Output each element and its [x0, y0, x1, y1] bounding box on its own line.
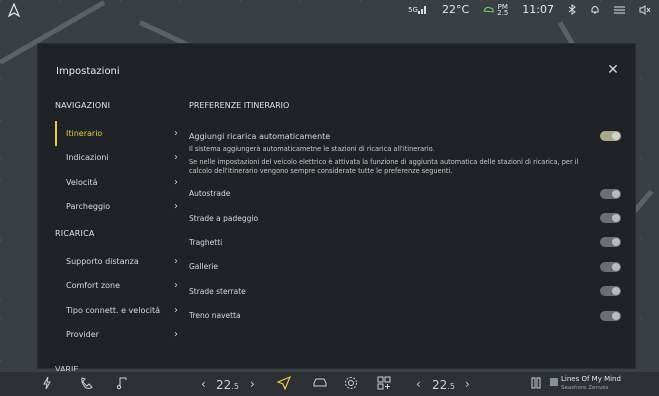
signal-icon: 5G [408, 5, 428, 14]
itinerary-preferences: PREFERENZE ITINERARIO Aggiungi ricarica … [189, 101, 621, 328]
navigation-arrow-icon[interactable] [276, 375, 292, 393]
sidebar-item-label: Itinerario [66, 128, 103, 138]
phone-icon[interactable] [80, 376, 93, 393]
temp-left-dec: .5 [231, 382, 239, 391]
temp-left-int: 22 [216, 378, 232, 392]
clock: 11:07 [522, 3, 554, 16]
auto-charge-toggle[interactable] [600, 131, 621, 141]
car-icon[interactable] [312, 376, 328, 393]
temp-right-value: 22.5 [432, 378, 455, 392]
toggle-knob [612, 238, 620, 247]
sidebar-item-provider[interactable]: Provider › [55, 323, 180, 348]
sidebar-item-label: Parcheggio [66, 202, 111, 212]
notification-icon[interactable] [590, 4, 600, 15]
option-toggle[interactable] [600, 188, 621, 199]
status-bar: 5G 22°C PM 2.5 11:07 [0, 0, 659, 22]
option-toggle[interactable] [600, 237, 621, 248]
settings-sliders-icon[interactable] [614, 5, 625, 15]
chevron-right-icon: › [174, 280, 178, 292]
section-header-varie: VARIE [55, 365, 79, 371]
sidebar-item-indicazioni[interactable]: Indicazioni › [55, 146, 180, 171]
option-row-autostrade[interactable]: Autostrade [189, 182, 621, 206]
navigation-icon[interactable] [7, 2, 21, 21]
app-lightning-icon[interactable] [42, 376, 52, 393]
chevron-right-icon: › [174, 127, 178, 139]
option-row-treno-navetta[interactable]: Treno navetta [189, 303, 621, 327]
option-label: Traghetti [189, 237, 223, 247]
chevron-right-icon: › [174, 304, 178, 316]
temp-right-dec: .5 [447, 382, 455, 391]
temp-right-increase[interactable]: › [465, 377, 470, 391]
bottom-dock: ‹ 22.5 › ‹ 22.5 › Lines Of My Mind Seash… [0, 372, 659, 396]
option-label: Autostrade [189, 189, 231, 199]
media-album-art[interactable] [550, 375, 558, 389]
sidebar-item-parcheggio[interactable]: Parcheggio › [55, 195, 180, 220]
settings-sidebar: NAVIGAZIONI Itinerario › Indicazioni › V… [55, 101, 180, 347]
option-row-gallerie[interactable]: Gallerie [189, 255, 621, 279]
chevron-right-icon: › [174, 201, 178, 213]
section-header-recharge: RICARICA [55, 229, 95, 238]
chevron-right-icon: › [174, 329, 178, 341]
close-button[interactable]: ✕ [605, 62, 621, 78]
toggle-knob [612, 287, 620, 296]
settings-panel: Impostazioni ✕ NAVIGAZIONI Itinerario › … [37, 43, 636, 369]
settings-gear-icon[interactable] [344, 376, 358, 393]
content-header: PREFERENZE ITINERARIO [189, 101, 290, 110]
apps-grid-icon[interactable] [377, 376, 391, 393]
toggle-knob [612, 132, 620, 140]
auto-charge-label: Aggiungi ricarica automaticamente [189, 131, 331, 141]
chevron-right-icon: › [174, 152, 178, 164]
auto-charge-row[interactable]: Aggiungi ricarica automaticamente [189, 131, 621, 141]
option-label: Strade a padeggio [189, 213, 259, 223]
option-label: Treno navetta [189, 311, 241, 321]
toggle-knob [612, 262, 620, 271]
section-header-navigation: NAVIGAZIONI [55, 101, 111, 110]
option-toggle[interactable] [600, 213, 621, 224]
panel-title: Impostazioni [56, 66, 120, 77]
media-now-playing[interactable]: Lines Of My Mind Seashore Zenves [561, 375, 621, 393]
toggle-knob [612, 214, 620, 223]
sidebar-item-label: Indicazioni [66, 153, 109, 163]
pm-value: 2.5 [497, 8, 509, 17]
option-label: Strade sterrate [189, 286, 246, 296]
option-toggle[interactable] [600, 286, 621, 297]
media-title: Lines Of My Mind [561, 375, 621, 383]
sidebar-item-label: Comfort zone [66, 281, 121, 291]
toggle-knob [612, 189, 620, 198]
sidebar-item-label: Tipo connett. e velocitá [66, 305, 160, 315]
option-label: Gallerie [189, 262, 218, 272]
toggle-knob [612, 311, 620, 320]
option-row-sterrate[interactable]: Strade sterrate [189, 279, 621, 303]
bluetooth-icon[interactable] [568, 4, 576, 15]
air-quality-indicator: PM 2.5 [483, 3, 509, 17]
sidebar-item-itinerario[interactable]: Itinerario › [55, 121, 180, 146]
chevron-right-icon: › [174, 176, 178, 188]
seat-heating-icon[interactable] [531, 376, 541, 393]
sidebar-item-tipo-connettore[interactable]: Tipo connett. e velocitá › [55, 298, 180, 323]
sidebar-item-label: Provider [66, 330, 99, 340]
temp-left-increase[interactable]: › [250, 377, 255, 391]
auto-charge-note: Se nelle impostazioni del veicolo elettr… [189, 157, 579, 176]
sidebar-item-label: Velocitá [66, 177, 98, 187]
sidebar-item-supporto-distanza[interactable]: Supporto distanza › [55, 249, 180, 274]
temp-right-int: 22 [432, 378, 448, 392]
music-note-icon[interactable] [116, 376, 127, 393]
temp-left-value: 22.5 [216, 378, 239, 392]
temp-left-decrease[interactable]: ‹ [201, 377, 206, 391]
media-artist: Seashore Zenves [561, 385, 609, 391]
option-row-pedaggio[interactable]: Strade a padeggio [189, 206, 621, 230]
option-toggle[interactable] [600, 310, 621, 321]
volume-icon[interactable] [639, 4, 651, 15]
sidebar-item-label: Supporto distanza [66, 256, 139, 266]
option-row-traghetti[interactable]: Traghetti [189, 230, 621, 254]
option-toggle[interactable] [600, 261, 621, 272]
auto-charge-description: Il sistema aggiungerà automaticametne le… [189, 145, 435, 153]
temp-right-decrease[interactable]: ‹ [416, 377, 421, 391]
chevron-right-icon: › [174, 255, 178, 267]
sidebar-item-velocita[interactable]: Velocitá › [55, 170, 180, 195]
signal-label: 5G [408, 5, 418, 14]
sidebar-item-comfort-zone[interactable]: Comfort zone › [55, 274, 180, 299]
temperature: 22°C [441, 3, 470, 16]
